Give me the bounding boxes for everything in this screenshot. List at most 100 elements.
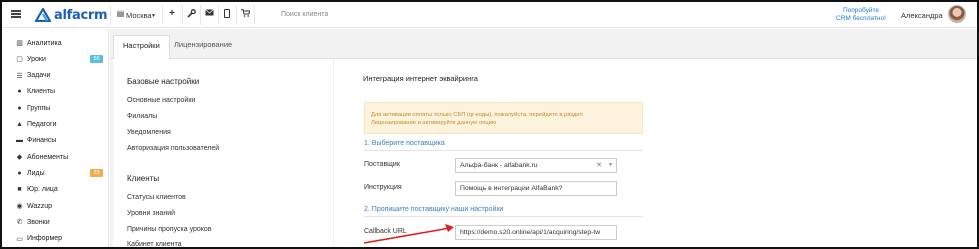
logo-icon bbox=[35, 8, 51, 22]
count-badge: 55 bbox=[90, 55, 103, 64]
cart-icon[interactable] bbox=[240, 9, 250, 19]
chevron-down-icon: ▼ bbox=[151, 13, 156, 19]
settings-link-absence-reasons[interactable]: Причины пропуска уроков bbox=[127, 226, 212, 233]
section-heading: Клиенты bbox=[127, 174, 160, 183]
main-content: Базовые настройки Основные настройки Фил… bbox=[110, 59, 977, 247]
tasks-icon: ☰ bbox=[16, 72, 23, 80]
phone-call-icon: ✆ bbox=[16, 219, 23, 227]
alert-text: Лицензирование и активируйте данную опци… bbox=[371, 120, 497, 126]
divider bbox=[182, 5, 183, 25]
annotation-arrow-icon bbox=[363, 224, 454, 244]
settings-link-client-statuses[interactable]: Статусы клиентов bbox=[127, 194, 186, 201]
divider bbox=[254, 5, 255, 25]
sidebar-item-label: Лиды bbox=[27, 169, 45, 177]
graduation-cap-icon: ▲ bbox=[16, 121, 23, 128]
sidebar-item[interactable]: ◆ Абонементы bbox=[2, 149, 109, 165]
step-heading: 1. Выберите поставщика bbox=[364, 140, 445, 147]
building-icon: ▤ bbox=[116, 9, 125, 18]
users-icon: ● bbox=[17, 104, 22, 112]
divider bbox=[218, 5, 219, 25]
sidebar-item-label: Аналитика bbox=[27, 39, 62, 47]
divider bbox=[200, 5, 201, 25]
promo-link[interactable]: Попробуйте CRM бесплатно! bbox=[832, 7, 890, 23]
field-label: Поставщик bbox=[364, 161, 400, 168]
branch-select[interactable]: Москва bbox=[126, 11, 152, 20]
search-input[interactable]: Поиск клиента bbox=[281, 11, 328, 18]
info-alert: Для активации оплаты только СБП (qr-коды… bbox=[364, 102, 643, 134]
sidebar-item-label: Информер bbox=[27, 235, 63, 243]
settings-link-branches[interactable]: Филиалы bbox=[127, 113, 157, 120]
sidebar-item[interactable]: ● Клиенты bbox=[2, 84, 109, 100]
clear-icon[interactable]: ✕ bbox=[596, 159, 602, 172]
settings-nav: Базовые настройки Основные настройки Фил… bbox=[113, 59, 333, 247]
step-heading: 2. Пропишите поставщику наши настройки bbox=[364, 206, 504, 213]
settings-link-client-cabinet[interactable]: Кабинет клиента bbox=[127, 241, 181, 247]
leads-icon: ● bbox=[17, 169, 22, 177]
provider-select[interactable]: Альфа-банк - alfabank.ru ✕ ▼ bbox=[455, 158, 617, 173]
sidebar-item-label: Звонки bbox=[27, 218, 50, 226]
sidebar-item-label: Финансы bbox=[27, 137, 57, 145]
sidebar-item[interactable]: ■ Юр. лица bbox=[2, 182, 109, 198]
tag-icon: ◆ bbox=[16, 154, 23, 162]
wrench-icon[interactable] bbox=[186, 9, 196, 19]
sidebar-item[interactable]: ▬ Финансы bbox=[2, 133, 109, 149]
app-window: alfacrm ▤ Москва ▼ + Поиск клиента Попро… bbox=[0, 0, 979, 249]
briefcase-icon: ■ bbox=[17, 186, 22, 194]
promo-line: CRM бесплатно! bbox=[836, 15, 886, 22]
sidebar-item[interactable]: ◉ Wazzup bbox=[2, 198, 109, 214]
money-icon: ▬ bbox=[16, 137, 23, 145]
informer-icon: ▭ bbox=[16, 235, 23, 243]
page-title: Интеграция интернет эквайринга bbox=[363, 74, 478, 83]
top-bar: alfacrm ▤ Москва ▼ + Поиск клиента Попро… bbox=[2, 2, 977, 28]
tab-settings[interactable]: Настройки bbox=[113, 35, 170, 59]
field-label: Инструкция bbox=[364, 184, 402, 191]
sidebar-item-label: Юр. лица bbox=[27, 186, 58, 194]
sidebar: ▥ Аналитика ▢ Уроки 55 ☰ Задачи ● Клиенты ● Группы… bbox=[2, 29, 109, 247]
sidebar-item-label: Wazzup bbox=[27, 202, 53, 210]
sidebar-item-label: Группы bbox=[27, 104, 51, 112]
sidebar-item[interactable]: ▭ Информер bbox=[2, 231, 109, 247]
select-value: Альфа-банк - alfabank.ru bbox=[460, 162, 538, 169]
sidebar-item[interactable]: ▲ Педагоги bbox=[2, 117, 109, 133]
callback-url-field[interactable]: https://demo.s20.online/api/1/acquiring/… bbox=[455, 225, 617, 240]
logo[interactable]: alfacrm bbox=[35, 7, 108, 23]
user-icon: ● bbox=[17, 88, 22, 96]
chart-icon: ▥ bbox=[16, 40, 23, 47]
promo-line: Попробуйте bbox=[842, 7, 880, 14]
whatsapp-icon: ◉ bbox=[16, 203, 23, 210]
menu-icon[interactable] bbox=[11, 10, 21, 18]
calendar-icon: ▢ bbox=[16, 56, 23, 64]
sidebar-item[interactable]: ▥ Аналитика bbox=[2, 35, 109, 51]
instruction-link-field[interactable]: Помощь в интеграции AlfaBank? bbox=[455, 181, 617, 196]
sidebar-item-label: Абонементы bbox=[27, 153, 69, 161]
sidebar-item[interactable]: ▢ Уроки 55 bbox=[2, 51, 109, 67]
mail-icon[interactable] bbox=[204, 9, 214, 19]
phone-icon[interactable] bbox=[222, 9, 232, 19]
settings-link-auth[interactable]: Авторизация пользователей bbox=[127, 145, 219, 152]
avatar[interactable] bbox=[948, 5, 966, 23]
sidebar-item[interactable]: ☰ Задачи bbox=[2, 68, 109, 84]
sidebar-item[interactable]: ● Группы bbox=[2, 100, 109, 116]
sidebar-item-label: Задачи bbox=[27, 72, 51, 80]
sidebar-item-label: Педагоги bbox=[27, 121, 57, 128]
sidebar-item-label: Уроки bbox=[27, 55, 46, 63]
sidebar-item[interactable]: ● Лиды 23 bbox=[2, 165, 109, 181]
settings-link-main[interactable]: Основные настройки bbox=[127, 97, 195, 104]
count-badge: 23 bbox=[90, 169, 103, 178]
sidebar-item-label: Клиенты bbox=[27, 88, 56, 96]
plus-icon[interactable]: + bbox=[167, 9, 177, 19]
divider bbox=[162, 5, 163, 25]
chevron-down-icon: ▼ bbox=[608, 162, 613, 168]
user-name[interactable]: Александра bbox=[901, 11, 943, 20]
divider bbox=[364, 150, 643, 151]
divider bbox=[110, 5, 111, 25]
divider bbox=[236, 5, 237, 25]
logo-text: alfacrm bbox=[54, 7, 108, 23]
settings-link-knowledge-levels[interactable]: Уровни знаний bbox=[127, 210, 175, 217]
divider bbox=[364, 216, 643, 217]
acquiring-form: Интеграция интернет эквайринга Для актив… bbox=[334, 59, 977, 247]
tab-licensing[interactable]: Лицензирование bbox=[165, 35, 241, 59]
sidebar-item[interactable]: ✆ Звонки bbox=[2, 214, 109, 230]
settings-link-notifications[interactable]: Уведомления bbox=[127, 129, 171, 136]
alert-text: Для активации оплаты только СБП (qr-коды… bbox=[371, 112, 583, 118]
